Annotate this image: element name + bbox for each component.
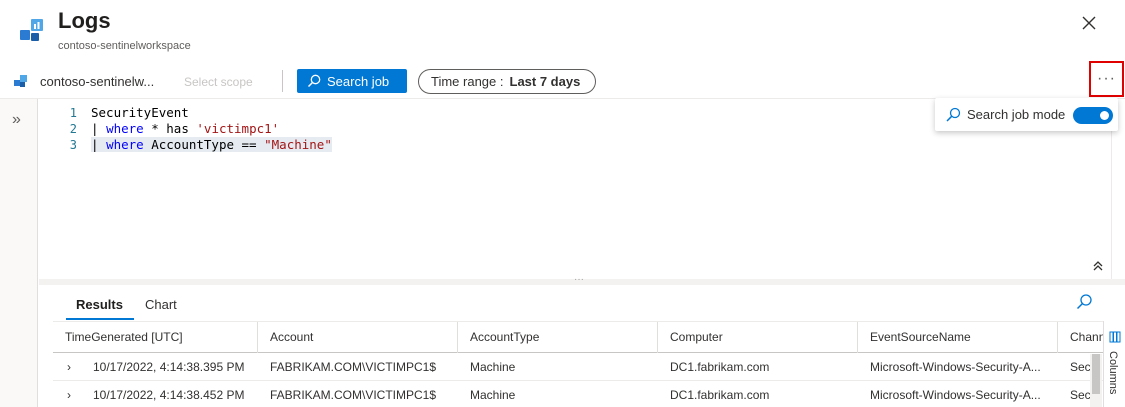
expand-panel-icon[interactable]: » [12,111,21,129]
time-range-label: Time range : [431,74,504,89]
cell-channel: Sec [1070,360,1091,374]
cell-account: FABRIKAM.COM\VICTIMPC1$ [270,388,437,402]
table-scrollbar-thumb[interactable] [1092,354,1100,394]
search-job-button[interactable]: Search job [297,69,407,93]
search-job-mode-menu: Search job mode [935,98,1118,131]
search-icon[interactable] [1075,293,1093,316]
collapse-editor-icon[interactable] [1092,259,1104,274]
time-range-picker[interactable]: Time range : Last 7 days [418,69,596,94]
columns-panel-label: Columns [1107,351,1119,395]
table-row[interactable]: › 10/17/2022, 4:14:38.395 PM FABRIKAM.CO… [53,353,1103,381]
cell-computer: DC1.fabrikam.com [670,388,770,402]
left-panel-collapsed: » [0,99,38,407]
select-scope-button[interactable]: Select scope [184,75,253,89]
close-icon[interactable] [1078,12,1100,34]
column-header-computer[interactable]: Computer [658,322,858,353]
search-job-label: Search job [327,73,390,89]
page-title: Logs [58,8,111,33]
column-header-account[interactable]: Account [258,322,458,353]
search-icon [307,74,321,88]
expand-row-icon[interactable]: › [67,381,71,407]
table-header: TimeGenerated [UTC] Account AccountType … [53,321,1103,353]
table-row[interactable]: › 10/17/2022, 4:14:38.452 PM FABRIKAM.CO… [53,381,1103,407]
code-line-1: SecurityEvent [91,105,189,120]
cell-account: FABRIKAM.COM\VICTIMPC1$ [270,360,437,374]
table-scrollbar[interactable] [1090,354,1102,407]
page-subtitle: contoso-sentinelworkspace [58,40,191,52]
splitter-handle-icon[interactable]: ··· [574,274,584,285]
cell-eventsourcename: Microsoft-Windows-Security-A... [870,388,1041,402]
tab-chart[interactable]: Chart [145,297,177,312]
tab-results[interactable]: Results [76,297,123,312]
column-header-channel[interactable]: Chann [1058,322,1103,353]
cell-eventsourcename: Microsoft-Windows-Security-A... [870,360,1041,374]
search-job-mode-label: Search job mode [967,107,1066,122]
more-options-button[interactable]: ··· [1089,61,1124,97]
search-job-mode-toggle[interactable] [1073,107,1113,124]
toolbar-divider [282,70,283,92]
cell-timegenerated: 10/17/2022, 4:14:38.452 PM [93,388,245,402]
code-line-3: | where AccountType == "Machine" [91,137,332,152]
time-range-value: Last 7 days [509,74,581,89]
toggle-knob [1100,111,1109,120]
toolbar: contoso-sentinelw... Select scope Search… [0,66,1125,98]
line-number: 3 [69,138,77,152]
column-header-accounttype[interactable]: AccountType [458,322,658,353]
columns-icon [1109,331,1121,343]
cell-computer: DC1.fabrikam.com [670,360,770,374]
workspace-icon [13,73,29,89]
workspace-name[interactable]: contoso-sentinelw... [40,74,154,89]
column-header-eventsourcename[interactable]: EventSourceName [858,322,1058,353]
cell-accounttype: Machine [470,388,516,402]
line-number: 1 [69,106,77,120]
line-numbers: 1 2 3 [67,105,77,153]
query-code[interactable]: SecurityEvent | where * has 'victimpc1' | … [91,105,332,153]
column-header-timegenerated[interactable]: TimeGenerated [UTC] [53,322,258,353]
cell-accounttype: Machine [470,360,516,374]
cell-channel: Sec [1070,388,1091,402]
expand-row-icon[interactable]: › [67,353,71,381]
columns-panel-toggle[interactable]: Columns [1103,321,1125,407]
line-number: 2 [69,122,77,136]
cell-timegenerated: 10/17/2022, 4:14:38.395 PM [93,360,245,374]
active-tab-indicator [66,318,134,320]
search-icon [946,107,961,122]
code-line-2: | where * has 'victimpc1' [91,121,280,136]
logs-icon [18,16,48,46]
